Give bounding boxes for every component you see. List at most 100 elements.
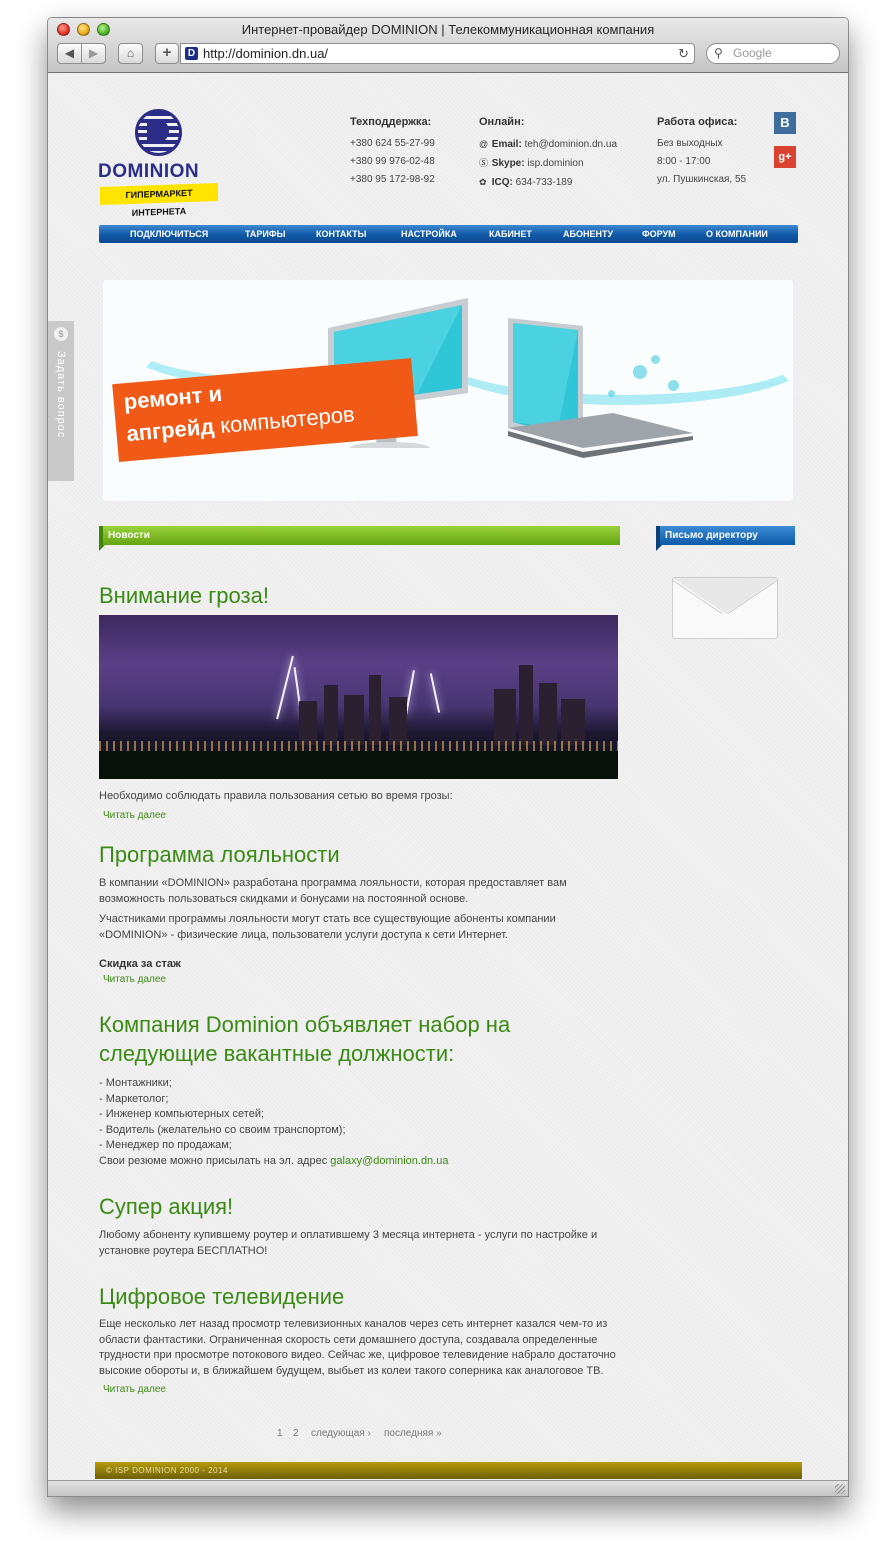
promo-banner[interactable]: ремонт и апгрейд компьютеров: [103, 280, 793, 501]
skype-row: Ⓢ Skype: isp.dominion: [479, 154, 617, 173]
menu-item-cabinet[interactable]: КАБИНЕТ: [489, 225, 532, 243]
building: [519, 665, 533, 745]
office-line: Без выходных: [657, 138, 723, 149]
support-heading: Техподдержка:: [350, 116, 432, 128]
article-title[interactable]: Программа лояльности: [99, 840, 624, 869]
resume-line: Свои резюме можно присылать на эл. адрес…: [99, 1154, 624, 1170]
forward-button[interactable]: ▶: [81, 43, 106, 64]
support-phone: +380 95 172-98-92: [350, 174, 435, 185]
vacancy-item: - Монтажники;: [99, 1077, 172, 1089]
vacancy-item: - Маркетолог;: [99, 1092, 169, 1105]
copyright-text: © ISP DOMINION 2000 - 2014: [106, 1466, 228, 1475]
resume-text: Свои резюме можно присылать на эл. адрес: [99, 1154, 331, 1167]
news-section-header: Новости: [99, 526, 620, 551]
online-heading: Онлайн:: [479, 116, 525, 128]
vacancy-item: - Инженер компьютерных сетей;: [99, 1108, 265, 1120]
search-icon: ⚲: [714, 46, 723, 60]
lightning-bolt: [429, 673, 441, 713]
menu-item-tariffs[interactable]: ТАРИФЫ: [245, 225, 285, 243]
article-title[interactable]: Компания Dominion объявляет набор на сле…: [99, 1010, 624, 1068]
online-contacts: Онлайн: @ Email: teh@dominion.dn.ua Ⓢ Sk…: [479, 113, 617, 192]
pager-page-2[interactable]: 2: [293, 1428, 299, 1439]
logo-text[interactable]: DOMINION: [98, 161, 199, 183]
window-title: Интернет-провайдер DOMINION | Телекоммун…: [241, 22, 655, 37]
vacancy-item: - Водитель (желательно со своим транспор…: [99, 1123, 346, 1136]
logo-tagline: ГИПЕРМАРКЕТ ИНТЕРНЕТА: [100, 182, 218, 218]
banner-line1: ремонт и: [122, 380, 224, 415]
article-text: Необходимо соблюдать правила пользования…: [99, 790, 453, 802]
back-button[interactable]: ◀: [57, 43, 82, 64]
article-title[interactable]: Цифровое телевидение: [99, 1282, 624, 1311]
lightning-bolt: [276, 655, 294, 720]
building: [344, 695, 364, 745]
ask-question-tab[interactable]: $ Задать вопрос: [48, 321, 74, 481]
menu-item-settings[interactable]: НАСТРОЙКА: [401, 225, 457, 243]
ask-question-label: Задать вопрос: [55, 351, 67, 439]
address-bar[interactable]: D http://dominion.dn.ua/ ↻: [180, 43, 695, 64]
email-value[interactable]: teh@dominion.dn.ua: [525, 139, 617, 150]
office-heading: Работа офиса:: [657, 116, 738, 128]
main-menu: ПОДКЛЮЧИТЬСЯ ТАРИФЫ КОНТАКТЫ НАСТРОЙКА К…: [99, 225, 798, 243]
menu-item-subscriber[interactable]: АБОНЕНТУ: [563, 225, 613, 243]
director-letter-label: Письмо директору: [665, 530, 758, 541]
menu-item-connect[interactable]: ПОДКЛЮЧИТЬСЯ: [130, 225, 208, 243]
add-bookmark-button[interactable]: +: [155, 43, 179, 64]
office-line: ул. Пушкинская, 55: [657, 174, 747, 185]
banner-line2-bold: апгрейд: [125, 413, 216, 447]
read-more-link[interactable]: Читать далее: [99, 810, 624, 821]
icq-label: ICQ:: [491, 177, 513, 188]
article-text: Любому абоненту купившему роутер и оплат…: [99, 1229, 598, 1257]
resume-email-link[interactable]: galaxy@dominion.dn.ua: [330, 1155, 448, 1167]
home-icon: ⌂: [126, 46, 135, 60]
pager-next[interactable]: следующая ›: [311, 1428, 371, 1439]
vacancy-item: - Менеджер по продажам;: [99, 1139, 232, 1151]
article-storm: Внимание гроза!: [99, 581, 624, 610]
article-text: Еще несколько лет назад просмотр телевиз…: [99, 1318, 616, 1377]
site-favicon: D: [185, 47, 198, 60]
article-promo: Супер акция! Любому абоненту купившему р…: [99, 1192, 624, 1259]
building: [389, 697, 407, 745]
web-page: DOMINION ГИПЕРМАРКЕТ ИНТЕРНЕТА Техподдер…: [48, 73, 848, 1482]
search-placeholder: Google: [733, 46, 772, 60]
forward-arrow-icon: ▶: [88, 46, 99, 60]
url-text: http://dominion.dn.ua/: [203, 46, 329, 61]
icq-flower-icon: ✿: [479, 177, 487, 187]
menu-item-about[interactable]: О КОМПАНИИ: [706, 225, 768, 243]
building: [494, 689, 516, 745]
support-contacts: Техподдержка: +380 624 55-27-99 +380 99 …: [350, 113, 435, 189]
status-bar: [48, 1480, 848, 1496]
resize-grip-icon[interactable]: [835, 1484, 845, 1494]
support-phone: +380 99 976-02-48: [350, 156, 435, 167]
building: [299, 701, 317, 745]
pager-last[interactable]: последняя »: [384, 1428, 442, 1439]
article-tv: Цифровое телевидение Еще несколько лет н…: [99, 1282, 624, 1395]
article-title[interactable]: Внимание гроза!: [99, 581, 624, 610]
envelope-icon[interactable]: [672, 577, 778, 639]
building: [369, 675, 381, 745]
menu-item-forum[interactable]: ФОРУМ: [642, 225, 676, 243]
pager-current-page: 1: [277, 1428, 283, 1439]
building: [561, 699, 585, 745]
back-arrow-icon: ◀: [64, 46, 75, 60]
email-label: Email:: [491, 139, 522, 150]
article-title[interactable]: Супер акция!: [99, 1192, 624, 1221]
site-footer: © ISP DOMINION 2000 - 2014: [95, 1462, 802, 1479]
skype-icon: Ⓢ: [479, 158, 489, 168]
read-more-link[interactable]: Читать далее: [99, 1384, 624, 1395]
vkontakte-icon[interactable]: В: [774, 112, 796, 134]
home-button[interactable]: ⌂: [118, 43, 143, 64]
reload-icon[interactable]: ↻: [678, 44, 689, 63]
search-input[interactable]: ⚲ Google: [706, 43, 840, 64]
skype-label: Skype:: [491, 158, 525, 169]
article-text: Участниками программы лояльности могут с…: [99, 913, 556, 941]
read-more-link[interactable]: Читать далее: [99, 974, 624, 985]
menu-item-contacts[interactable]: КОНТАКТЫ: [316, 225, 366, 243]
article-vacancy: Компания Dominion объявляет набор на сле…: [99, 1010, 624, 1169]
icq-row: ✿ ICQ: 634-733-189: [479, 173, 617, 192]
google-plus-icon[interactable]: g+: [774, 146, 796, 168]
office-line: 8:00 - 17:00: [657, 156, 711, 167]
article-loyalty: Программа лояльности В компании «DOMINIO…: [99, 840, 624, 985]
director-letter-header: Письмо директору: [656, 526, 795, 551]
article-storm-body: Необходимо соблюдать правила пользования…: [99, 789, 624, 821]
banner-line2-rest: компьютеров: [219, 401, 356, 438]
